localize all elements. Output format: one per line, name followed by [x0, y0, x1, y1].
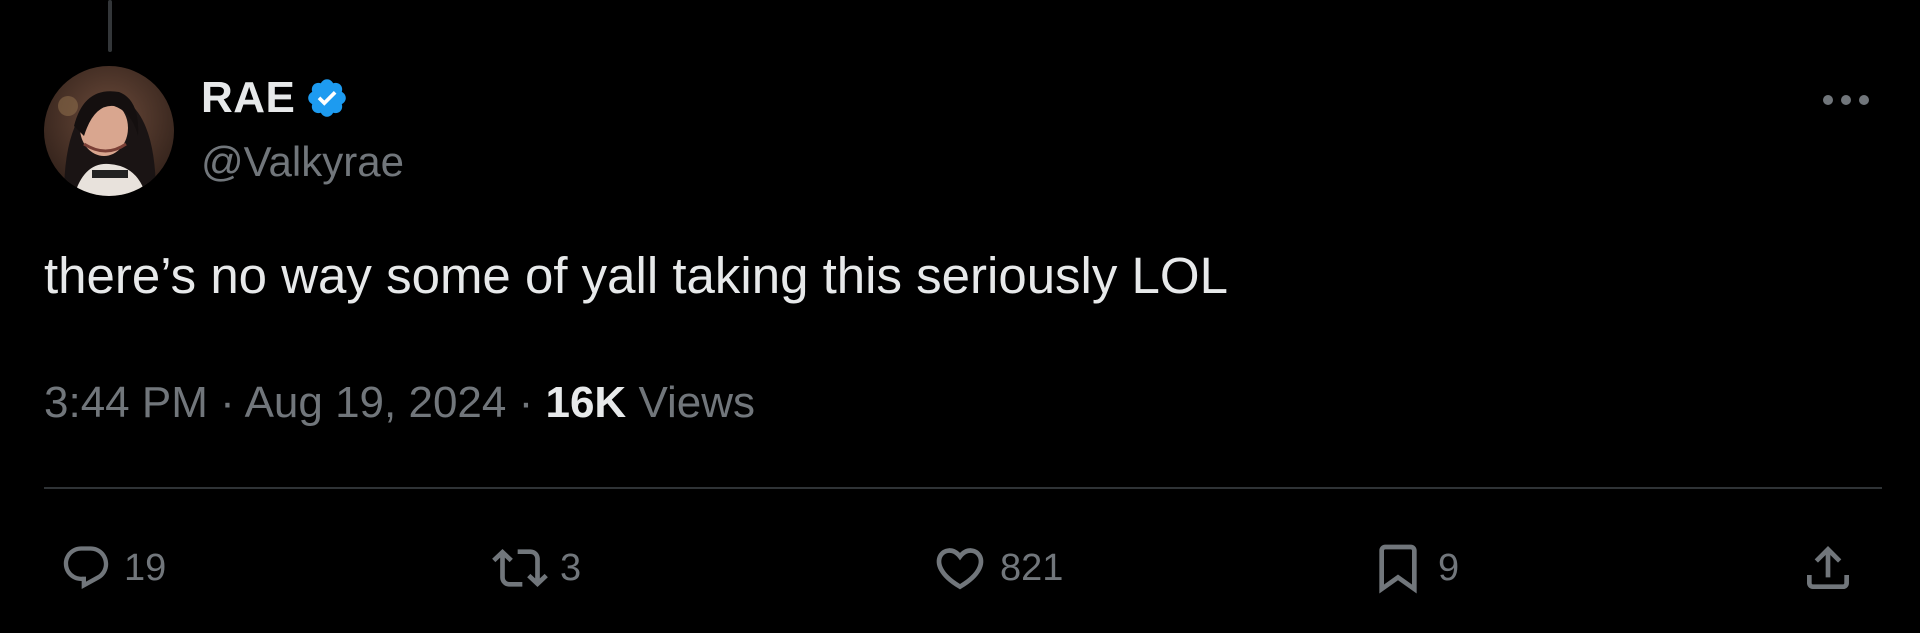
bookmark-count: 9 [1438, 546, 1460, 589]
divider [44, 487, 1882, 489]
repost-button[interactable]: 3 [492, 530, 581, 606]
tweet-time: 3:44 PM [44, 378, 208, 427]
reply-count: 19 [124, 546, 167, 589]
meta-separator: · [518, 378, 534, 427]
share-button[interactable] [1800, 530, 1856, 606]
author-display-name[interactable]: RAE [201, 73, 295, 123]
like-count: 821 [1000, 546, 1064, 589]
reply-icon [63, 546, 109, 590]
tweet-text: there’s no way some of yall taking this … [44, 247, 1228, 304]
author-handle[interactable]: @Valkyrae [201, 138, 404, 186]
more-options-icon [1823, 95, 1869, 105]
tweet-time-link[interactable]: 3:44 PM · Aug 19, 2024 [44, 378, 506, 427]
tweet-meta: 3:44 PM · Aug 19, 2024 · 16K Views [44, 378, 755, 428]
bookmark-button[interactable]: 9 [1370, 530, 1459, 606]
thread-connector-line [108, 0, 112, 52]
like-button[interactable]: 821 [932, 530, 1063, 606]
tweet-date: Aug 19, 2024 [244, 378, 507, 427]
repost-icon [492, 549, 548, 587]
meta-separator: · [220, 378, 235, 427]
views-count: 16K [545, 378, 627, 427]
share-icon [1807, 546, 1849, 589]
heart-icon [936, 548, 984, 590]
reply-button[interactable]: 19 [60, 530, 166, 606]
repost-count: 3 [560, 546, 582, 589]
avatar[interactable] [44, 66, 174, 196]
views-link[interactable]: 16K Views [545, 378, 755, 427]
bookmark-icon [1379, 544, 1417, 594]
more-options-button[interactable] [1816, 80, 1876, 120]
verified-badge-icon[interactable] [305, 76, 349, 120]
views-label: Views [638, 378, 756, 427]
author-name-row[interactable]: RAE [201, 68, 349, 128]
